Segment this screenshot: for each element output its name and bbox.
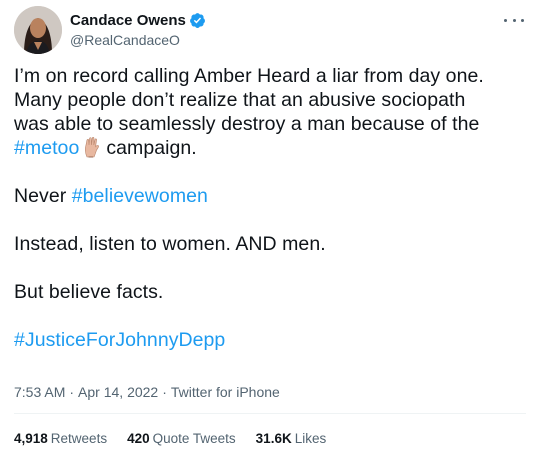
- hashtag-believewomen[interactable]: #believewomen: [72, 185, 208, 207]
- never-text: Never: [14, 185, 67, 207]
- retweets-stat[interactable]: 4,918 Retweets: [14, 431, 107, 446]
- quote-tweets-stat[interactable]: 420 Quote Tweets: [127, 431, 236, 446]
- hashtag-metoo[interactable]: #metoo: [14, 137, 79, 159]
- tweet-date[interactable]: Apr 14, 2022: [78, 384, 158, 400]
- quote-tweets-label: Quote Tweets: [152, 431, 236, 446]
- likes-count: 31.6K: [255, 431, 292, 446]
- quote-tweets-count: 420: [127, 431, 150, 446]
- more-dot: [504, 18, 507, 22]
- divider: [14, 413, 526, 414]
- tweet-card: Candace Owens @RealCandaceO I’m on recor…: [0, 0, 540, 455]
- verified-badge-icon: [189, 12, 205, 28]
- tweet-line: #metoo campaign.: [14, 136, 524, 160]
- tweet-line: Many people don’t realize that an abusiv…: [14, 89, 466, 111]
- tweet-line: But believe facts.: [14, 281, 164, 303]
- meta-separator: ·: [162, 384, 167, 400]
- author-handle[interactable]: @RealCandaceO: [70, 32, 206, 48]
- tweet-line: was able to seamlessly destroy a man bec…: [14, 113, 480, 135]
- tweet-line: I’m on record calling Amber Heard a liar…: [14, 65, 484, 87]
- tweet-text: I’m on record calling Amber Heard a liar…: [14, 64, 524, 352]
- likes-label: Likes: [294, 431, 327, 446]
- author-names: Candace Owens @RealCandaceO: [70, 10, 206, 48]
- display-name-row: Candace Owens: [70, 10, 206, 30]
- likes-stat[interactable]: 31.6K Likes: [256, 431, 327, 446]
- more-dot: [512, 18, 516, 22]
- tweet-source[interactable]: Twitter for iPhone: [171, 384, 280, 400]
- hashtag-justicefordepp[interactable]: #JusticeForJohnnyDepp: [14, 329, 225, 351]
- tweet-meta: 7:53 AM · Apr 14, 2022 · Twitter for iPhone: [14, 384, 280, 400]
- tweet-header: Candace Owens @RealCandaceO: [14, 6, 526, 56]
- more-dot: [521, 18, 524, 22]
- tweet-line: #JusticeForJohnnyDepp: [14, 328, 524, 352]
- more-options-icon[interactable]: [504, 14, 524, 26]
- display-name[interactable]: Candace Owens: [70, 12, 186, 29]
- tweet-stats: 4,918 Retweets 420 Quote Tweets 31.6K Likes: [14, 431, 326, 446]
- tweet-line-end: campaign.: [106, 137, 197, 159]
- tweet-line: Instead, listen to women. AND men.: [14, 233, 326, 255]
- profile-photo-icon: [14, 6, 62, 54]
- tweet-time[interactable]: 7:53 AM: [14, 384, 65, 400]
- raised-hand-emoji-icon: [85, 136, 100, 158]
- retweets-label: Retweets: [50, 431, 108, 446]
- retweets-count: 4,918: [14, 431, 48, 446]
- meta-separator: ·: [69, 384, 75, 400]
- tweet-line: Never #believewomen: [14, 184, 524, 208]
- avatar[interactable]: [14, 6, 62, 54]
